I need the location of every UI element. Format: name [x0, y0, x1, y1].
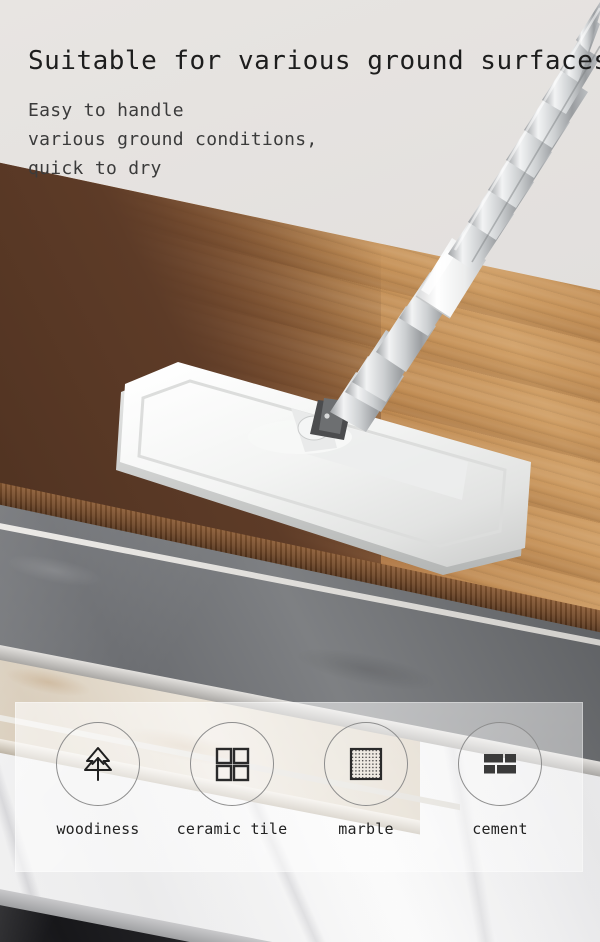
- feature-icon-ring: [324, 722, 408, 806]
- feature-item-cement[interactable]: cement: [439, 722, 561, 838]
- page-title: Suitable for various ground surfaces: [28, 46, 600, 76]
- feature-label: cement: [472, 820, 528, 838]
- subtitle-line-3: quick to dry: [28, 158, 162, 180]
- feature-label: marble: [338, 820, 394, 838]
- dotted-square-icon: [349, 747, 383, 781]
- feature-panel: woodiness ceramic tile marble cement: [15, 702, 583, 872]
- tile-grid-icon: [215, 747, 250, 782]
- feature-item-ceramic-tile[interactable]: ceramic tile: [171, 722, 293, 838]
- brick-wall-icon: [484, 754, 516, 774]
- product-banner: Suitable for various ground surfaces Eas…: [0, 0, 600, 942]
- feature-list: woodiness ceramic tile marble cement: [15, 702, 583, 872]
- feature-icon-ring: [56, 722, 140, 806]
- pine-tree-icon: [84, 747, 112, 781]
- subtitle-line-2: various ground conditions,: [28, 129, 318, 151]
- subtitle-block: Easy to handle various ground conditions…: [28, 96, 588, 183]
- feature-item-woodiness[interactable]: woodiness: [37, 722, 159, 838]
- feature-item-marble[interactable]: marble: [305, 722, 427, 838]
- subtitle-line-1: Easy to handle: [28, 100, 184, 121]
- feature-icon-ring: [190, 722, 274, 806]
- feature-label: ceramic tile: [176, 820, 288, 838]
- feature-label: woodiness: [56, 820, 140, 838]
- feature-icon-ring: [458, 722, 542, 806]
- headline-block: Suitable for various ground surfaces Eas…: [28, 46, 600, 183]
